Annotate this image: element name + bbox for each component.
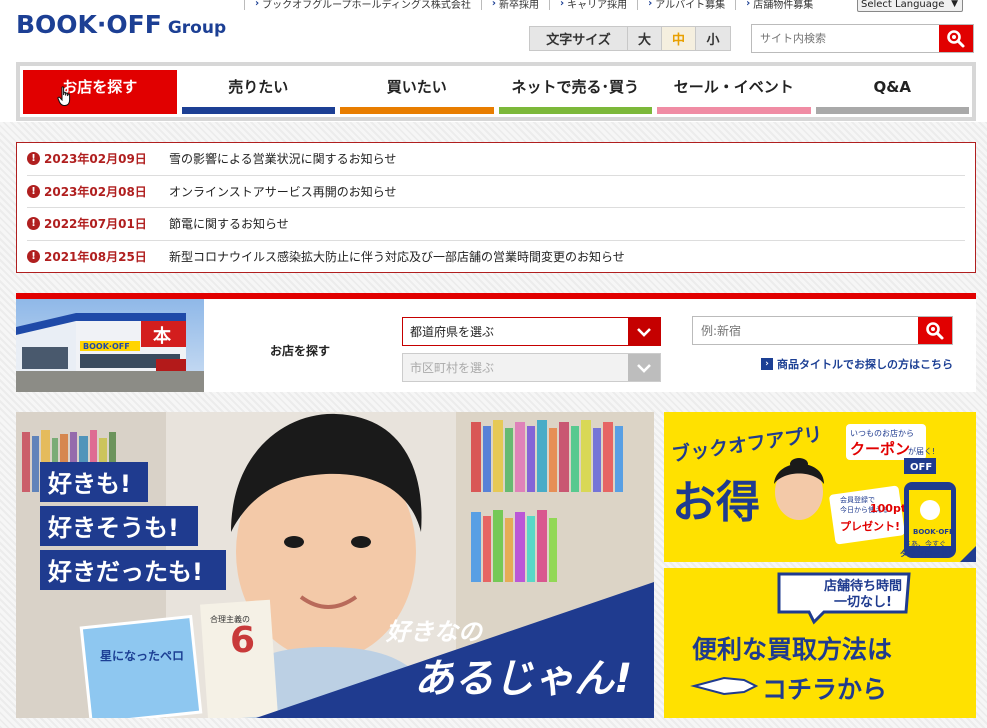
store-building-image: 本 BOOK·OFF [16, 299, 204, 392]
buy-banner-line-1: 便利な買取方法は [692, 635, 892, 664]
chevron-down-icon [628, 318, 660, 345]
city-select[interactable]: 市区町村を選ぶ [402, 353, 661, 382]
buy-banner-badge-1: 店舗待ち時間 [824, 578, 902, 594]
store-keyword-input[interactable] [693, 317, 918, 344]
store-photo: 本 BOOK·OFF [16, 299, 204, 392]
nav-buy-label: 買いたい [386, 78, 447, 96]
store-sign-text: BOOK·OFF [83, 342, 130, 351]
hero-tagline-2: あるじゃん! [414, 656, 632, 702]
notice-item[interactable]: ! 2022年07月01日 節電に関するお知らせ [27, 208, 965, 241]
buy-method-banner[interactable]: 店舗待ち時間 一切なし! 便利な買取方法は コチラから [664, 568, 976, 718]
nav-sell[interactable]: 売りたい [181, 70, 335, 114]
app-banner-coupon-top: いつものお店から [850, 428, 914, 438]
notice-item[interactable]: ! 2023年02月09日 雪の影響による営業状況に関するお知らせ [27, 143, 965, 176]
site-header: BOOK·OFF Group ブックオフグループホールディングス株式会社 新卒採… [0, 0, 987, 122]
site-search-button[interactable] [939, 25, 973, 52]
top-link-new-grad[interactable]: 新卒採用 [480, 0, 549, 11]
logo-sub-text: Group [167, 18, 227, 38]
notice-date: 2023年02月08日 [44, 184, 147, 199]
top-link-property[interactable]: 店舗物件募集 [735, 0, 823, 11]
buy-method-banner-image: 店舗待ち時間 一切なし! 便利な買取方法は コチラから [664, 568, 976, 718]
hero-line2: 好きそうも! [47, 514, 179, 542]
global-nav: お店を探す 売りたい 買いたい ネットで売る･買う セール・イベント Q&A [16, 62, 976, 121]
app-banner-phone-logo: BOOK·OFF [913, 528, 954, 536]
notice-date: 2023年02月09日 [44, 152, 147, 167]
arrow-right-icon: › [761, 358, 773, 370]
notice-date: 2021年08月25日 [44, 250, 147, 265]
bookoff-logo[interactable]: BOOK·OFF Group [16, 10, 226, 44]
app-banner-big: お得 [672, 477, 760, 528]
notice-text[interactable]: オンラインストアサービス再開のお知らせ [169, 183, 397, 200]
notice-text[interactable]: 雪の影響による営業状況に関するお知らせ [169, 150, 396, 167]
logo-main-text: BOOK·OFF [16, 10, 162, 39]
app-banner-download-1: さあ、今すぐ [904, 539, 946, 548]
top-links: ブックオフグループホールディングス株式会社 新卒採用 キャリア採用 アルバイト募… [244, 0, 823, 11]
app-banner-download-2: ダウンロード! [900, 548, 952, 558]
city-select-value: 市区町村を選ぶ [410, 361, 495, 375]
app-banner-off: OFF [910, 462, 932, 473]
nav-sale-event[interactable]: セール・イベント [657, 70, 811, 114]
hero-book-title: 星になったペロ [100, 649, 184, 663]
notice-text[interactable]: 節電に関するお知らせ [169, 215, 289, 232]
prefecture-select-value: 都道府県を選ぶ [410, 325, 495, 339]
exclamation-icon: ! [27, 152, 40, 166]
top-link-career[interactable]: キャリア採用 [548, 0, 637, 11]
top-link-parttime[interactable]: アルバイト募集 [637, 0, 735, 11]
store-search-button[interactable] [918, 317, 952, 344]
exclamation-icon: ! [27, 250, 40, 264]
buy-banner-line-2: コチラから [762, 675, 887, 704]
hero-tagline-1: 好きなの [385, 618, 484, 646]
exclamation-icon: ! [27, 217, 40, 231]
store-finder-label: お店を探す [270, 344, 331, 358]
exclamation-icon: ! [27, 184, 40, 198]
nav-sale-event-label: セール・イベント [673, 78, 794, 96]
search-icon [947, 29, 965, 47]
app-banner-coupon-tail: が届く! [908, 446, 935, 456]
app-banner-coupon: クーポン [850, 440, 910, 458]
search-icon [926, 321, 944, 339]
site-search [751, 24, 974, 53]
prefecture-select[interactable]: 都道府県を選ぶ [402, 317, 661, 346]
font-size-small-button[interactable]: 小 [696, 27, 730, 50]
chevron-down-icon: ▼ [951, 0, 958, 9]
font-size-medium-button[interactable]: 中 [662, 27, 696, 50]
buy-banner-badge-2: 一切なし! [834, 595, 892, 610]
top-link-holdings[interactable]: ブックオフグループホールディングス株式会社 [244, 0, 481, 11]
nav-sell-label: 売りたい [228, 78, 289, 96]
hand-cursor-icon [57, 86, 71, 106]
notice-list: ! 2023年02月09日 雪の影響による営業状況に関するお知らせ ! 2023… [16, 142, 976, 273]
chevron-down-icon [628, 354, 660, 381]
title-search-link-text: 商品タイトルでお探しの方はこちら [777, 358, 953, 371]
app-banner[interactable]: ブックオフアプリ お得 いつものお店から クーポン が届く! OFF 会員登録で… [664, 412, 976, 562]
nav-qa[interactable]: Q&A [815, 70, 969, 114]
store-finder: 本 BOOK·OFF お店を探す 都道府県を選ぶ 市区町村を選ぶ 例:新宿 › … [16, 293, 976, 392]
title-search-link[interactable]: › 商品タイトルでお探しの方はこちら [761, 356, 953, 372]
notice-date: 2022年07月01日 [44, 217, 147, 232]
hero-banner[interactable]: 星になったペロ 合理主義の 6 好きも! 好きそうも! 好きだったも! 好きなの… [16, 412, 654, 718]
store-sign-honkanji: 本 [153, 325, 171, 347]
hero-line1: 好きも! [47, 470, 131, 498]
app-banner-present-pt: 100pt [870, 502, 906, 515]
notice-text[interactable]: 新型コロナウイルス感染拡大防止に伴う対応及び一部店舗の営業時間変更のお知らせ [169, 248, 625, 265]
language-select-label: Select Language [861, 0, 945, 10]
svg-text:6: 6 [230, 620, 255, 661]
nav-find-store[interactable]: お店を探す [23, 70, 177, 114]
nav-online[interactable]: ネットで売る･買う [498, 70, 652, 114]
store-keyword-search [692, 316, 953, 345]
hero-banner-image: 星になったペロ 合理主義の 6 好きも! 好きそうも! 好きだったも! 好きなの… [16, 412, 654, 718]
notice-item[interactable]: ! 2023年02月08日 オンラインストアサービス再開のお知らせ [27, 176, 965, 208]
app-banner-present-3: プレゼント! [840, 519, 900, 533]
nav-buy[interactable]: 買いたい [340, 70, 494, 114]
hero-line3: 好きだったも! [47, 558, 203, 586]
nav-qa-label: Q&A [873, 77, 911, 96]
site-search-input[interactable] [752, 25, 939, 52]
font-size-label: 文字サイズ [530, 27, 628, 50]
nav-online-label: ネットで売る･買う [511, 78, 639, 96]
app-banner-image: ブックオフアプリ お得 いつものお店から クーポン が届く! OFF 会員登録で… [664, 412, 976, 562]
font-size-large-button[interactable]: 大 [628, 27, 662, 50]
language-select[interactable]: Select Language ▼ [857, 0, 963, 12]
notice-item[interactable]: ! 2021年08月25日 新型コロナウイルス感染拡大防止に伴う対応及び一部店舗… [27, 241, 965, 274]
font-size-switcher: 文字サイズ 大 中 小 [529, 26, 731, 51]
